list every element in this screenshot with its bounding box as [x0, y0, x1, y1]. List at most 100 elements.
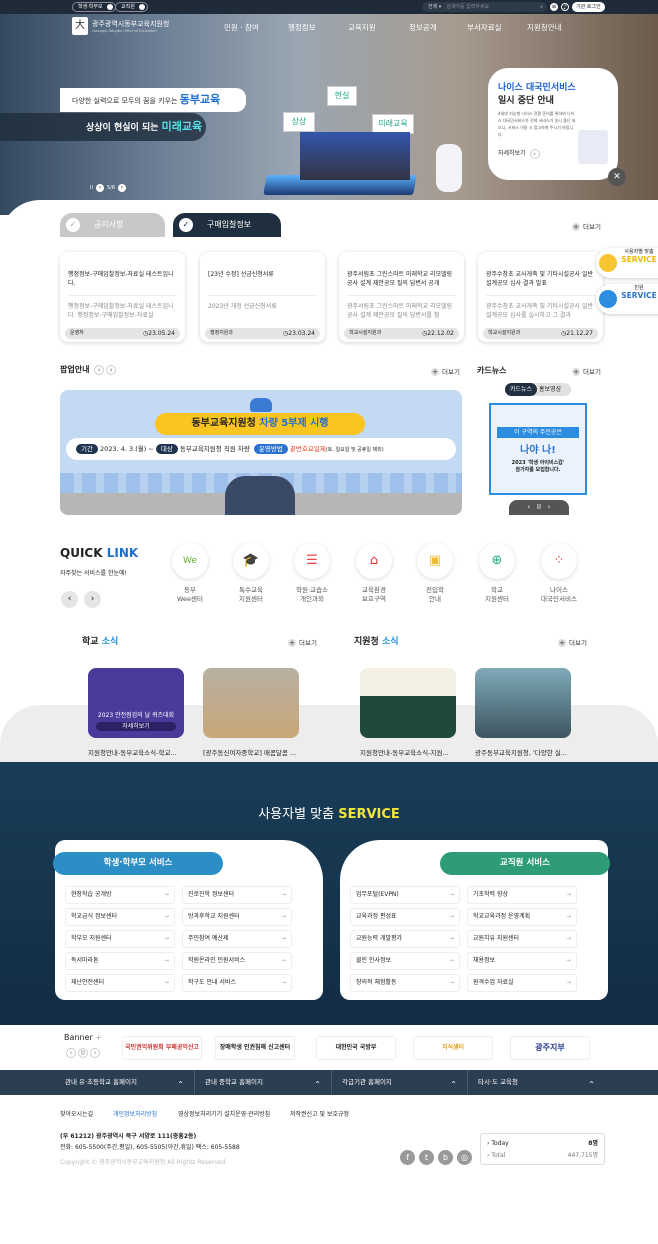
side-user-service-button[interactable]: 사용자별 맞춤 SERVICE: [596, 248, 658, 278]
tab-bid-info[interactable]: ✓ 구매입찰정보: [173, 213, 281, 237]
popup-banner[interactable]: 동부교육지원청 차량 5부제 시행 기간 2023. 4. 3.(월) ~ 대상…: [60, 390, 462, 515]
side-civil-service-button[interactable]: 민원 SERVICE: [596, 284, 658, 314]
service-link[interactable]: 독서마라톤: [65, 952, 175, 970]
search-input[interactable]: 검색어를 입력하세요: [446, 4, 489, 10]
instagram-icon[interactable]: ◎: [457, 1150, 472, 1165]
prev-slide-button[interactable]: ‹: [95, 184, 104, 192]
pause-icon[interactable]: II: [537, 503, 541, 511]
service-link[interactable]: 방과후학교 지원센터: [182, 908, 292, 926]
service-link[interactable]: 학원온라인 민원서비스: [182, 952, 292, 970]
school-news-more-link[interactable]: 더보기: [288, 637, 317, 647]
banner-item[interactable]: 국민권익위원회 부패공익신고: [122, 1036, 202, 1060]
cardnews-more-link[interactable]: 더보기: [572, 366, 601, 376]
ql-label: 특수교육: [239, 586, 263, 594]
plus-icon[interactable]: +: [95, 1033, 102, 1042]
tab-cardnews[interactable]: 카드뉴스: [505, 383, 538, 396]
quicklink-item[interactable]: ▣ 전입학 안내: [410, 543, 460, 604]
close-icon[interactable]: ✕: [608, 168, 626, 186]
service-link[interactable]: 학구도 안내 서비스: [182, 974, 292, 992]
tab-label: 공지사항: [94, 220, 124, 229]
pause-icon[interactable]: II: [78, 1048, 88, 1058]
check-icon: [138, 4, 145, 10]
nav-info[interactable]: 정보공개: [409, 22, 437, 33]
service-link[interactable]: 교원치유 지원센터: [467, 930, 577, 948]
service-link[interactable]: 채용정보: [467, 952, 577, 970]
footer-nav-institutions[interactable]: 각급기관 홈페이지: [332, 1070, 468, 1097]
footer-nav-elementary[interactable]: 관내 유·초등학교 홈페이지: [55, 1070, 195, 1097]
quicklink-item[interactable]: We 동부 Wee센터: [165, 543, 215, 604]
quicklink-item[interactable]: ⁘ 나이스 대국민서비스: [534, 543, 584, 604]
service-link[interactable]: 클린 인사정보: [350, 952, 460, 970]
next-button[interactable]: ›: [106, 364, 117, 375]
service-link[interactable]: 현장학습 공개방: [65, 886, 175, 904]
service-link[interactable]: 교육과정 편성표: [350, 908, 460, 926]
notice-card[interactable]: 광주수창초 교사개축 및 기타시설공사 일반 설계공모 심사 결과 발표 광주수창…: [478, 252, 603, 342]
banner-item[interactable]: 대한민국 국방부: [316, 1036, 396, 1060]
tab-promo-video[interactable]: 홍보영상: [539, 386, 561, 393]
news-item[interactable]: 2023 안전점검의 날 퀴즈대회 자세히보기 지원청안내-동부교육소식-학교...…: [88, 668, 184, 776]
title-part: 지원청: [354, 637, 379, 647]
notice-more-link[interactable]: 더보기: [572, 221, 601, 231]
search-scope-select[interactable]: 전체: [428, 4, 437, 10]
nav-about[interactable]: 지원청안내: [527, 22, 562, 33]
footer-link[interactable]: 저작권신고 및 보호규정: [290, 1109, 349, 1118]
service-link[interactable]: 학교교육과정 운영계획: [467, 908, 577, 926]
quicklink-item[interactable]: 🎓 특수교육 지원센터: [226, 543, 276, 604]
banner-item[interactable]: 장애학생 인권침해 신고센터: [215, 1036, 295, 1060]
footer-link[interactable]: 찾아오시는길: [60, 1109, 93, 1118]
notice-card[interactable]: 광주서림초 그린스마트 미래학교 리모델링공사 설계 제안공모 질의 답변서 공…: [339, 252, 464, 342]
pause-icon[interactable]: II: [90, 185, 93, 191]
next-slide-button[interactable]: ›: [118, 184, 126, 192]
service-link[interactable]: 학교급식 정보센터: [65, 908, 175, 926]
service-link[interactable]: 진로진학 정보센터: [182, 886, 292, 904]
logo[interactable]: 大 광주광역시동부교육지원청 Gwangju Dongbu Office of Ed…: [72, 17, 212, 37]
bell-icon[interactable]: ♪: [561, 3, 569, 11]
banner-item[interactable]: 지식샘터: [413, 1036, 493, 1060]
tab-notice[interactable]: ✓ 공지사항: [60, 213, 165, 237]
news-item[interactable]: [광주동신여자중학교] 매콤달콤 ...23-03-30: [203, 668, 299, 776]
quicklink-item[interactable]: ☰ 학원·교습소 개인과외: [287, 543, 337, 604]
sitemap-icon[interactable]: ≡: [550, 3, 558, 11]
quicklink-next-button[interactable]: ›: [84, 591, 101, 608]
quicklink-prev-button[interactable]: ‹: [61, 591, 78, 608]
next-icon[interactable]: ›: [90, 1048, 100, 1058]
news-item[interactable]: 지원청안내-동부교육소식-지원...23-05-24: [360, 668, 456, 776]
login-button[interactable]: 기관 로그인: [572, 2, 605, 12]
banner-item[interactable]: 광주지부: [510, 1036, 590, 1060]
prev-icon[interactable]: ‹: [66, 1048, 76, 1058]
popup-more-link[interactable]: 더보기: [431, 366, 460, 376]
quicklink-item[interactable]: ⌂ 교육환경 보호구역: [349, 543, 399, 604]
service-link[interactable]: 교원능력 개발평가: [350, 930, 460, 948]
service-link[interactable]: 기초학력 향상: [467, 886, 577, 904]
next-icon[interactable]: ›: [548, 503, 551, 511]
footer-nav-middle[interactable]: 관내 중학교 홈페이지: [195, 1070, 332, 1097]
search-icon[interactable]: ⌕: [540, 2, 543, 12]
service-link[interactable]: 업무포털(EVPN): [350, 886, 460, 904]
nav-edu-support[interactable]: 교육지원: [348, 22, 376, 33]
service-link[interactable]: 창의적 체험활동: [350, 974, 460, 992]
nav-dept-data[interactable]: 부서자료실: [467, 22, 502, 33]
facebook-icon[interactable]: f: [400, 1150, 415, 1165]
prev-button[interactable]: ‹: [94, 364, 105, 375]
nav-admin[interactable]: 행정정보: [288, 22, 316, 33]
service-link[interactable]: 주민참여 예산제: [182, 930, 292, 948]
search-bar[interactable]: 전체 ▾ 검색어를 입력하세요 ⌕: [422, 2, 547, 12]
nav-civil[interactable]: 민원 · 참여: [224, 22, 259, 33]
twitter-icon[interactable]: t: [419, 1150, 434, 1165]
service-link[interactable]: 학부모 지원센터: [65, 930, 175, 948]
service-link[interactable]: 재난안전센터: [65, 974, 175, 992]
cardnews-image[interactable]: 이 구역의 주인공은 나야 나! 2023 '학생 아이비스컵' 참가자를 모집합니다…: [489, 403, 587, 495]
footer-link[interactable]: 영상정보처리기기 설치운영·관리방침: [178, 1109, 270, 1118]
footer-nav-other-offices[interactable]: 타시·도 교육청: [468, 1070, 605, 1097]
footer-link[interactable]: 개인정보처리방침: [113, 1109, 157, 1118]
blog-icon[interactable]: b: [438, 1150, 453, 1165]
notice-card[interactable]: [23년 수정] 선금신청서류 2023년 개정 선금신청서류 행정지원과 ◷ 23.…: [200, 252, 325, 342]
news-item[interactable]: 광주동부교육지원청, '다양한 실...23-03-31: [475, 668, 571, 776]
notice-card[interactable]: 행정정보-구매입찰정보-자료실 테스트입니다. 행정정보-구매입찰정보-자료실 테…: [60, 252, 185, 342]
office-news-more-link[interactable]: 더보기: [558, 637, 587, 647]
toggle-staff[interactable]: 교직원: [115, 2, 148, 12]
quicklink-item[interactable]: ⊕ 학교 지원센터: [472, 543, 522, 604]
service-link[interactable]: 원격수업 자료실: [467, 974, 577, 992]
prev-icon[interactable]: ‹: [527, 503, 530, 511]
toggle-student-parent[interactable]: 학생·학부모: [72, 2, 116, 12]
